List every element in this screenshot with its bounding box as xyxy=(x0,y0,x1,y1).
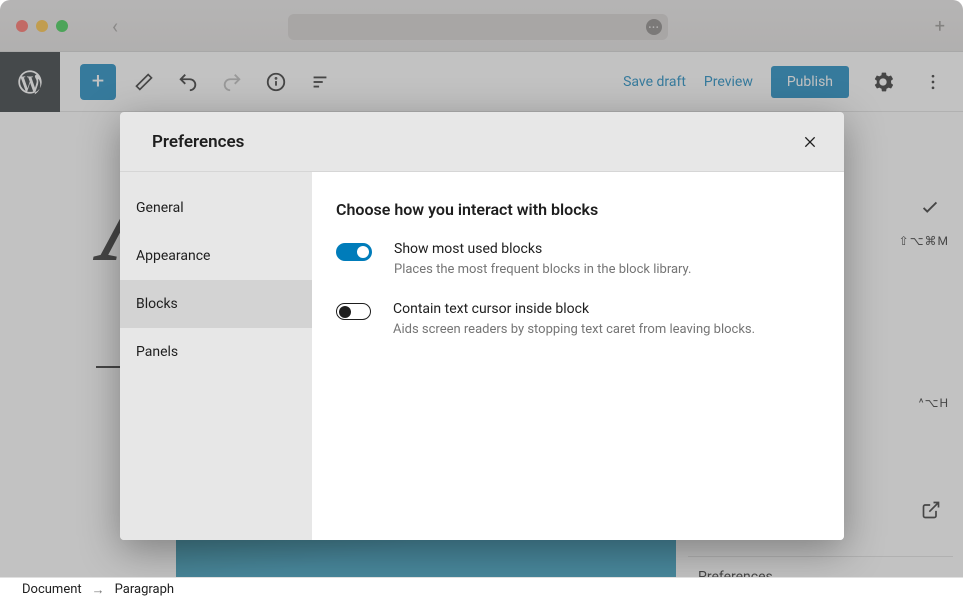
option-contain-cursor: Contain text cursor inside block Aids sc… xyxy=(336,301,820,339)
modal-nav: General Appearance Blocks Panels xyxy=(120,172,312,540)
option-label: Show most used blocks xyxy=(394,241,820,257)
breadcrumb-root[interactable]: Document xyxy=(22,582,82,597)
nav-item-blocks[interactable]: Blocks xyxy=(120,280,312,328)
option-description: Aids screen readers by stopping text car… xyxy=(393,321,820,339)
breadcrumb-current[interactable]: Paragraph xyxy=(115,582,174,597)
option-description: Places the most frequent blocks in the b… xyxy=(394,261,820,279)
modal-close-button[interactable] xyxy=(796,128,824,156)
option-label: Contain text cursor inside block xyxy=(393,301,820,317)
option-show-most-used: Show most used blocks Places the most fr… xyxy=(336,241,820,279)
breadcrumb[interactable]: Document → Paragraph xyxy=(0,577,963,601)
nav-item-general[interactable]: General xyxy=(120,184,312,232)
toggle-show-most-used[interactable] xyxy=(336,243,372,261)
modal-title: Preferences xyxy=(152,132,244,152)
chevron-right-icon: → xyxy=(92,582,105,598)
toggle-contain-cursor[interactable] xyxy=(336,303,371,320)
modal-body: General Appearance Blocks Panels Choose … xyxy=(120,172,844,540)
content-heading: Choose how you interact with blocks xyxy=(336,200,820,219)
close-icon xyxy=(802,134,818,150)
modal-header: Preferences xyxy=(120,112,844,172)
preferences-modal: Preferences General Appearance Blocks Pa… xyxy=(120,112,844,540)
nav-item-appearance[interactable]: Appearance xyxy=(120,232,312,280)
nav-item-panels[interactable]: Panels xyxy=(120,328,312,376)
modal-content: Choose how you interact with blocks Show… xyxy=(312,172,844,540)
